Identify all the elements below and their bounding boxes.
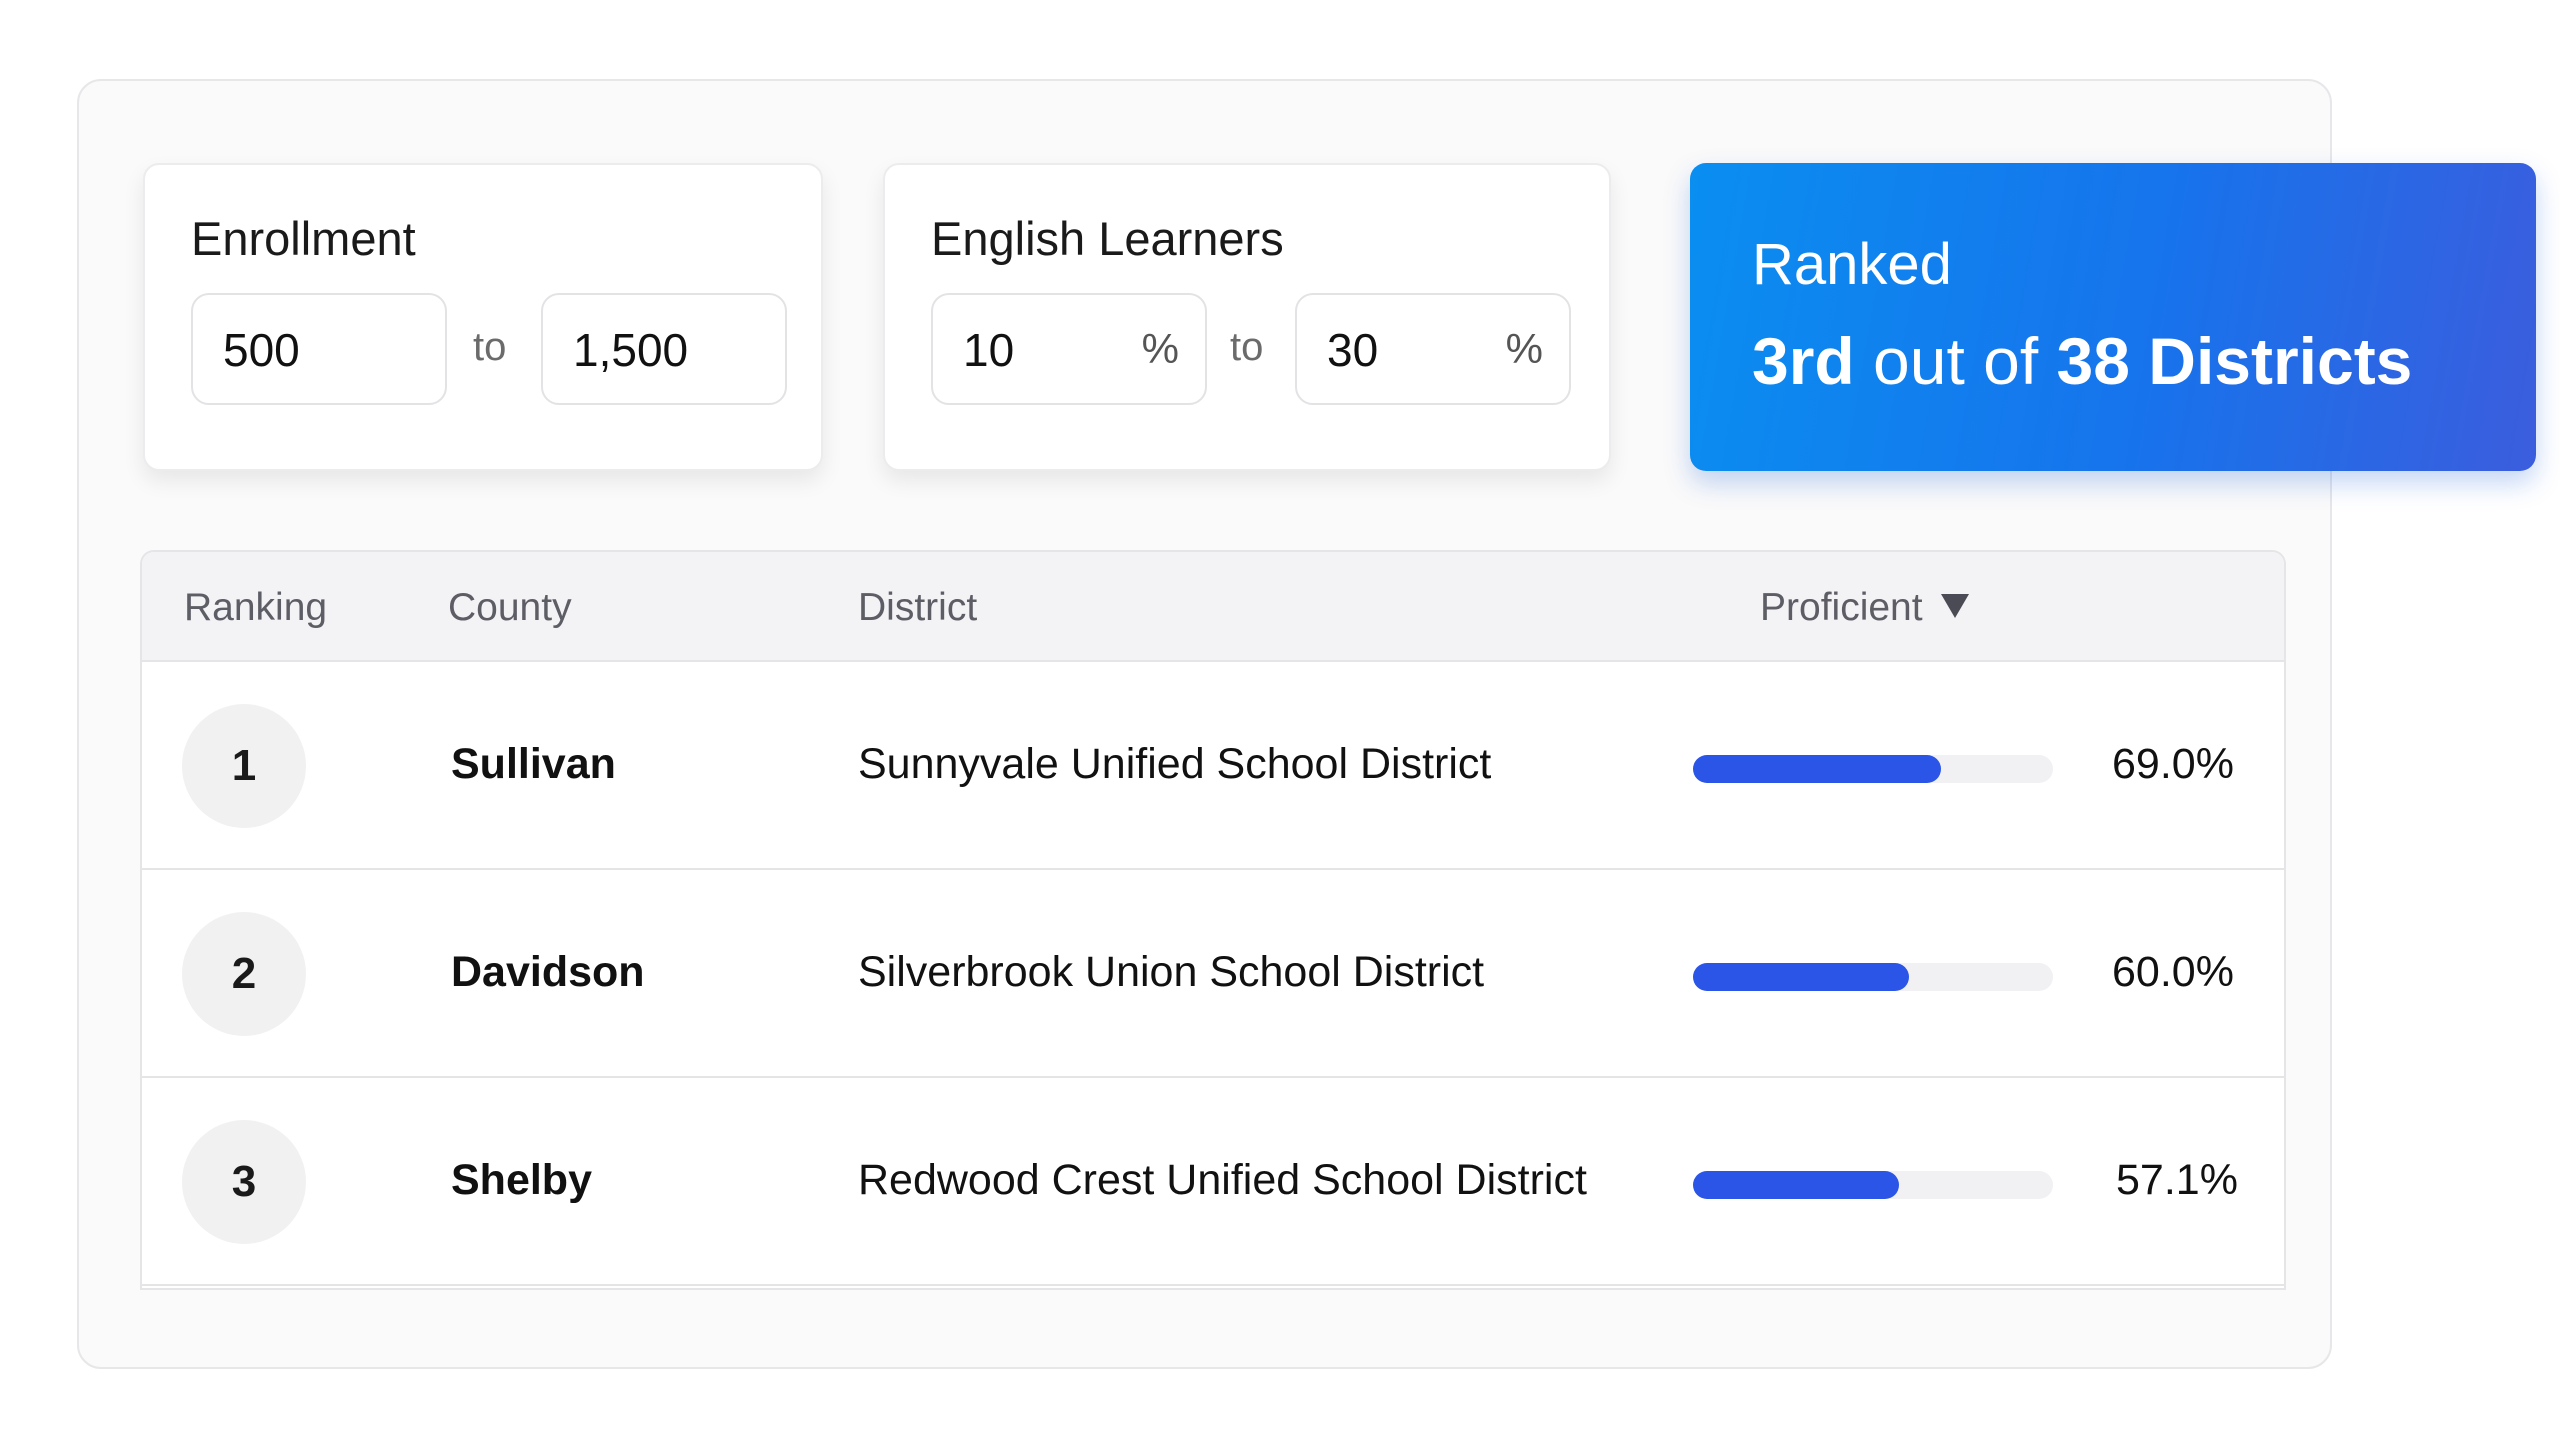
table-row[interactable]: 2 Davidson Silverbrook Union School Dist… bbox=[142, 870, 2284, 1078]
proficient-bar-track bbox=[1693, 755, 2053, 783]
column-header-district[interactable]: District bbox=[858, 586, 977, 630]
english-learners-max-value: 30 bbox=[1327, 324, 1379, 376]
percent-unit: % bbox=[1505, 325, 1543, 372]
rank-badge: 1 bbox=[182, 704, 306, 828]
enrollment-min-input[interactable]: 500 bbox=[191, 293, 447, 405]
rank-total: 38 Districts bbox=[2056, 324, 2413, 398]
enrollment-to-label: to bbox=[473, 325, 507, 369]
rank-out-of-label: out of bbox=[1854, 324, 2057, 398]
percent-unit: % bbox=[1141, 325, 1179, 372]
column-header-county[interactable]: County bbox=[448, 586, 572, 630]
county-cell: Shelby bbox=[451, 1156, 592, 1204]
rank-summary-card: Ranked 3rd out of 38 Districts bbox=[1690, 163, 2536, 471]
proficient-percent: 69.0% bbox=[2112, 740, 2234, 788]
english-learners-max-input[interactable]: 30 % bbox=[1295, 293, 1571, 405]
english-learners-filter-card: English Learners 10 % to 30 % bbox=[883, 163, 1611, 471]
proficient-bar-fill bbox=[1693, 963, 1909, 991]
district-cell: Sunnyvale Unified School District bbox=[858, 740, 1492, 788]
ranking-table: Ranking County District Proficient 1 Sul… bbox=[140, 550, 2286, 1290]
district-cell: Silverbrook Union School District bbox=[858, 948, 1485, 996]
english-learners-min-input[interactable]: 10 % bbox=[931, 293, 1207, 405]
enrollment-min-value: 500 bbox=[223, 324, 300, 376]
rank-badge: 2 bbox=[182, 912, 306, 1036]
column-header-ranking[interactable]: Ranking bbox=[184, 586, 327, 630]
rank-position: 3rd bbox=[1752, 324, 1855, 398]
english-learners-to-label: to bbox=[1230, 325, 1264, 369]
column-header-proficient[interactable]: Proficient bbox=[1760, 586, 1969, 630]
table-row[interactable]: 3 Shelby Redwood Crest Unified School Di… bbox=[142, 1078, 2284, 1286]
rank-summary-title: Ranked bbox=[1752, 232, 1952, 297]
enrollment-filter-card: Enrollment 500 to 1,500 bbox=[143, 163, 823, 471]
district-cell: Redwood Crest Unified School District bbox=[858, 1156, 1587, 1204]
english-learners-label: English Learners bbox=[931, 212, 1284, 265]
rank-badge: 3 bbox=[182, 1120, 306, 1244]
column-header-proficient-label: Proficient bbox=[1760, 586, 1923, 629]
enrollment-max-value: 1,500 bbox=[573, 324, 689, 376]
triangle-down-icon[interactable] bbox=[1940, 594, 1969, 618]
enrollment-max-input[interactable]: 1,500 bbox=[541, 293, 787, 405]
proficient-percent: 60.0% bbox=[2112, 948, 2234, 996]
proficient-bar-fill bbox=[1693, 1171, 1899, 1199]
proficient-bar-track bbox=[1693, 963, 2053, 991]
rank-summary-text: 3rd out of 38 Districts bbox=[1752, 323, 2412, 399]
proficient-bar-fill bbox=[1693, 755, 1942, 783]
county-cell: Sullivan bbox=[451, 740, 616, 788]
proficient-percent: 57.1% bbox=[2116, 1156, 2238, 1204]
table-header: Ranking County District Proficient bbox=[142, 552, 2284, 662]
county-cell: Davidson bbox=[451, 948, 645, 996]
english-learners-min-value: 10 bbox=[963, 324, 1015, 376]
enrollment-label: Enrollment bbox=[191, 212, 416, 265]
table-row[interactable]: 1 Sullivan Sunnyvale Unified School Dist… bbox=[142, 662, 2284, 870]
proficient-bar-track bbox=[1693, 1171, 2053, 1199]
